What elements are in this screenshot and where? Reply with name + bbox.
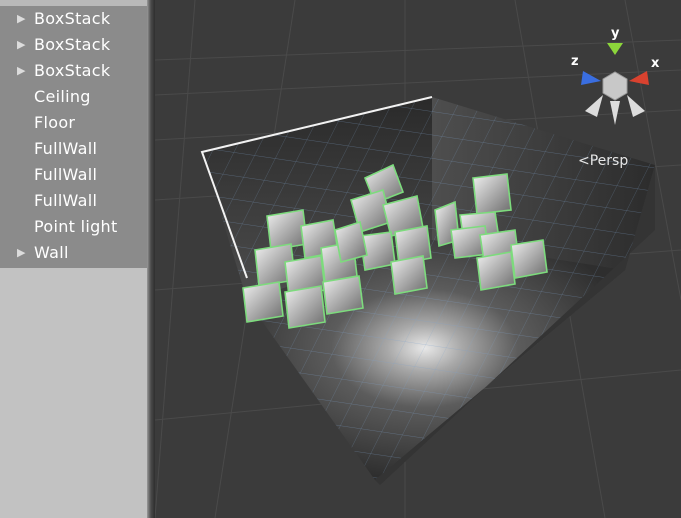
hierarchy-item-point-light[interactable]: Point light xyxy=(0,214,147,240)
hierarchy-list: ▶ BoxStack ▶ BoxStack ▶ BoxStack Ceiling… xyxy=(0,6,147,268)
projection-label: Persp xyxy=(589,153,629,169)
projection-toggle[interactable]: <Persp xyxy=(578,153,628,169)
hierarchy-item-label: BoxStack xyxy=(34,61,111,80)
hierarchy-item-wall[interactable]: ▶ Wall xyxy=(0,240,147,266)
gizmo-neg-x-cone[interactable] xyxy=(627,95,645,117)
expand-arrow-icon[interactable]: ▶ xyxy=(17,58,31,84)
hierarchy-item-label: Ceiling xyxy=(34,87,91,106)
hierarchy-panel: ▶ BoxStack ▶ BoxStack ▶ BoxStack Ceiling… xyxy=(0,0,147,518)
hierarchy-item-label: BoxStack xyxy=(34,35,111,54)
box[interactable] xyxy=(284,285,326,329)
expand-arrow-icon[interactable]: ▶ xyxy=(17,32,31,58)
hierarchy-item-label: FullWall xyxy=(34,165,98,184)
gizmo-z-cone[interactable] xyxy=(581,71,601,85)
hierarchy-item-ceiling[interactable]: Ceiling xyxy=(0,84,147,110)
hierarchy-item-fullwall[interactable]: FullWall xyxy=(0,188,147,214)
expand-arrow-icon[interactable]: ▶ xyxy=(17,6,31,32)
panel-splitter[interactable] xyxy=(147,0,155,518)
gizmo-z-label: z xyxy=(571,54,579,69)
hierarchy-item-label: BoxStack xyxy=(34,9,111,28)
hierarchy-item-boxstack[interactable]: ▶ BoxStack xyxy=(0,6,147,32)
hierarchy-item-fullwall[interactable]: FullWall xyxy=(0,162,147,188)
hierarchy-item-boxstack[interactable]: ▶ BoxStack xyxy=(0,32,147,58)
gizmo-neg-z-cone[interactable] xyxy=(585,95,603,117)
expand-arrow-icon[interactable]: ▶ xyxy=(17,240,31,266)
hierarchy-item-floor[interactable]: Floor xyxy=(0,110,147,136)
arrow-left-icon: < xyxy=(578,153,590,169)
gizmo-x-label: x xyxy=(651,56,660,71)
gizmo-center-cube[interactable] xyxy=(602,71,628,101)
hierarchy-item-label: FullWall xyxy=(34,191,98,210)
box[interactable] xyxy=(390,255,428,295)
scene-viewport[interactable]: y x z xyxy=(155,0,681,518)
scene-view[interactable]: y x z <Persp xyxy=(155,0,681,518)
box[interactable] xyxy=(322,275,364,315)
gizmo-y-label: y xyxy=(611,26,620,41)
hierarchy-item-label: Point light xyxy=(34,217,118,236)
gizmo-y-cone[interactable] xyxy=(607,43,623,55)
hierarchy-item-fullwall[interactable]: FullWall xyxy=(0,136,147,162)
hierarchy-item-label: Floor xyxy=(34,113,76,132)
box[interactable] xyxy=(476,251,516,291)
box[interactable] xyxy=(242,281,284,323)
box[interactable] xyxy=(472,173,512,215)
box[interactable] xyxy=(510,239,548,279)
hierarchy-item-label: FullWall xyxy=(34,139,98,158)
hierarchy-item-label: Wall xyxy=(34,243,69,262)
gizmo-neg-y-cone[interactable] xyxy=(610,101,620,125)
hierarchy-item-boxstack[interactable]: ▶ BoxStack xyxy=(0,58,147,84)
